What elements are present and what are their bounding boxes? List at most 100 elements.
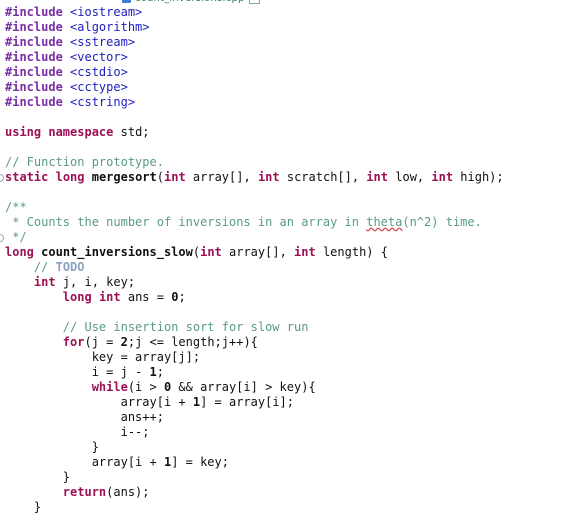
- code-token: (: [192, 245, 201, 259]
- code-token: mergesort: [91, 170, 157, 184]
- code-token: ] = key;: [171, 455, 229, 469]
- code-line: i = j - 1;: [5, 365, 504, 380]
- code-token: high);: [453, 170, 504, 184]
- code-token: #include: [5, 50, 71, 64]
- code-token: <cstring>: [70, 95, 136, 109]
- code-line: static long mergesort(int array[], int s…: [5, 170, 504, 185]
- code-token: int: [431, 170, 454, 184]
- code-line: }: [5, 440, 504, 455]
- code-token: && array[i] > key){: [171, 380, 316, 394]
- code-token: std;: [113, 125, 150, 139]
- code-fold-toggle-icon[interactable]: [0, 234, 4, 242]
- code-line: // TODO: [5, 260, 504, 275]
- code-token: #include: [5, 80, 71, 94]
- code-token: i--;: [120, 425, 150, 439]
- code-token: ans++;: [120, 410, 164, 424]
- code-line: #include <sstream>: [5, 35, 504, 50]
- code-line: array[i + 1] = array[i];: [5, 395, 504, 410]
- code-token: int: [200, 245, 222, 259]
- editor-tab-label: count_inversions.cpp: [135, 0, 245, 4]
- code-line: #include <cctype>: [5, 80, 504, 95]
- code-token: }: [33, 500, 42, 514]
- code-token: theta: [366, 215, 403, 229]
- code-line: long count_inversions_slow(int array[], …: [5, 245, 504, 260]
- code-token: long: [62, 290, 92, 304]
- close-icon[interactable]: x: [248, 0, 260, 4]
- code-token: #include: [5, 5, 71, 19]
- code-line: long int ans = 0;: [5, 290, 504, 305]
- code-token: <algorithm>: [70, 20, 150, 34]
- code-token: ;: [178, 290, 186, 304]
- code-line: ans++;: [5, 410, 504, 425]
- code-token: (i >: [127, 380, 164, 394]
- code-line: key = array[j];: [5, 350, 504, 365]
- code-token: (j =: [84, 335, 121, 349]
- code-token: 1: [149, 365, 157, 379]
- code-token: ;: [156, 365, 164, 379]
- code-token: // Function prototype.: [5, 155, 164, 169]
- code-token: int: [366, 170, 389, 184]
- code-token: ;j <= length;j++){: [127, 335, 258, 349]
- code-token: (: [156, 170, 164, 184]
- code-token: return: [62, 485, 107, 499]
- code-token: int: [164, 170, 186, 184]
- code-token: <cstdio>: [70, 65, 128, 79]
- code-token: count_inversions_slow: [41, 245, 193, 259]
- code-token: <vector>: [70, 50, 128, 64]
- cpp-file-icon: [122, 0, 131, 3]
- code-fold-toggle-icon[interactable]: [0, 174, 4, 182]
- code-token: static: [5, 170, 49, 184]
- code-line: i--;: [5, 425, 504, 440]
- code-token: using: [5, 125, 42, 139]
- code-token: ans =: [120, 290, 172, 304]
- code-token: scratch[],: [279, 170, 367, 184]
- code-token: length) {: [315, 245, 388, 259]
- code-token: <iostream>: [70, 5, 143, 19]
- code-token: while: [91, 380, 128, 394]
- code-token: namespace: [48, 125, 114, 139]
- code-line: #include <vector>: [5, 50, 504, 65]
- code-token: for: [62, 335, 85, 349]
- code-token: 1: [192, 395, 201, 409]
- code-token: ] = array[i];: [200, 395, 294, 409]
- code-line: using namespace std;: [5, 125, 504, 140]
- code-line: #include <cstring>: [5, 95, 504, 110]
- code-token: /**: [5, 200, 27, 214]
- code-token: low,: [388, 170, 432, 184]
- code-token: (ans);: [106, 485, 150, 499]
- code-line: #include <cstdio>: [5, 65, 504, 80]
- code-editor-surface[interactable]: #include <iostream> #include <algorithm> #…: [0, 5, 561, 530]
- code-line: // Use insertion sort for slow run: [5, 320, 504, 335]
- code-token: long: [55, 170, 85, 184]
- code-token: j, i, key;: [55, 275, 136, 289]
- code-token: int: [294, 245, 316, 259]
- code-line: int j, i, key;: [5, 275, 504, 290]
- code-line: */: [5, 230, 504, 245]
- code-token: #include: [5, 35, 71, 49]
- code-line: #include <iostream>: [5, 5, 504, 20]
- code-line: #include <algorithm>: [5, 20, 504, 35]
- code-token: array[],: [221, 245, 295, 259]
- source-code-text[interactable]: #include <iostream> #include <algorithm> #…: [5, 5, 504, 515]
- code-token: <sstream>: [70, 35, 136, 49]
- code-token: #include: [5, 95, 71, 109]
- code-token: int: [33, 275, 56, 289]
- code-line: }: [5, 500, 504, 515]
